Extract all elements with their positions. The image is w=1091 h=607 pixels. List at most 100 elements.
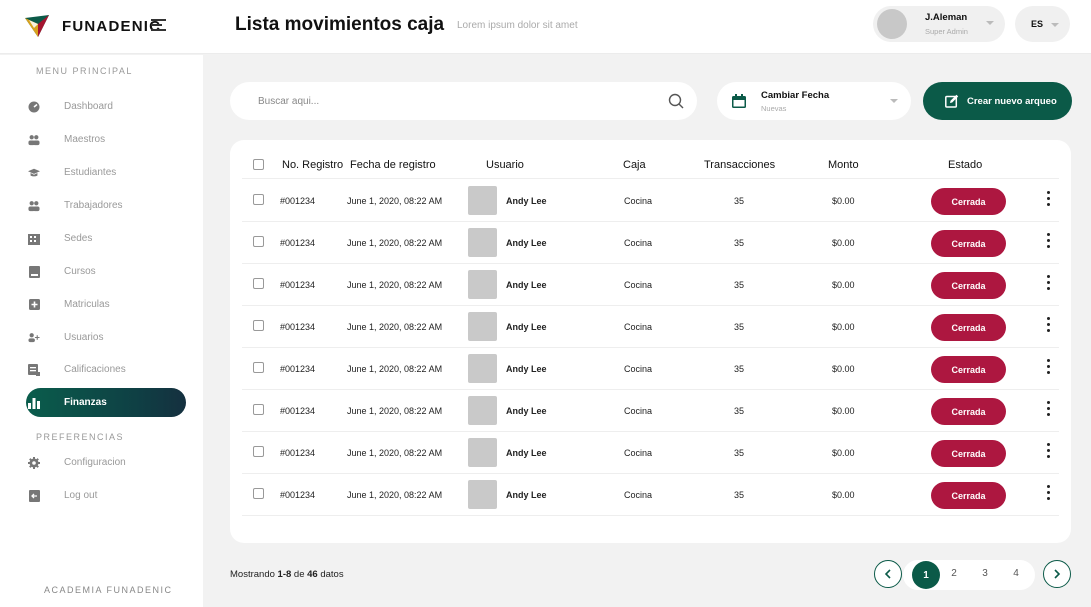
status-badge[interactable]: Cerrada — [931, 314, 1006, 341]
fecha-cell: June 1, 2020, 08:22 AM — [347, 364, 443, 374]
calendar-icon — [732, 94, 746, 108]
registro-cell: #001234 — [280, 448, 316, 458]
sidebar-item-usuarios[interactable]: Usuarios — [26, 323, 186, 352]
sidebar-item-finanzas[interactable]: Finanzas — [26, 388, 186, 417]
sidebar-item-maestros[interactable]: Maestros — [26, 125, 186, 154]
edit-icon — [945, 94, 959, 108]
sidebar-item-sedes[interactable]: Sedes — [26, 224, 186, 253]
column-header-estado[interactable]: Estado — [948, 159, 982, 171]
table-row[interactable]: #001234 June 1, 2020, 08:22 AM Andy Lee Coc… — [230, 222, 1071, 264]
caja-cell: Cocina — [624, 448, 653, 458]
create-arqueo-label: Crear nuevo arqueo — [967, 95, 1057, 107]
user-thumbnail — [468, 438, 497, 467]
caja-cell: Cocina — [624, 364, 653, 374]
page-button-4[interactable]: 4 — [1009, 568, 1023, 579]
more-options-icon[interactable] — [1042, 443, 1054, 461]
more-options-icon[interactable] — [1042, 191, 1054, 209]
sidebar-item-trabajadores[interactable]: Trabajadores — [26, 191, 186, 220]
user-menu[interactable]: J.Aleman Super Admin — [873, 6, 1005, 42]
row-checkbox[interactable] — [253, 194, 264, 205]
column-header-fecha[interactable]: Fecha de registro — [350, 159, 436, 171]
status-badge[interactable]: Cerrada — [931, 440, 1006, 467]
column-header-monto[interactable]: Monto — [828, 159, 859, 171]
row-checkbox[interactable] — [253, 404, 264, 415]
add-user-icon — [28, 332, 40, 344]
table-row[interactable]: #001234 June 1, 2020, 08:22 AM Andy Lee Coc… — [230, 348, 1071, 390]
next-page-button[interactable] — [1043, 560, 1071, 588]
movements-table: No. Registro Fecha de registro Usuario C… — [230, 140, 1071, 543]
summary-prefix: Mostrando — [230, 569, 278, 580]
sidebar-item-configuracion[interactable]: Configuracion — [26, 448, 186, 477]
status-badge[interactable]: Cerrada — [931, 230, 1006, 257]
sidebar-item-estudiantes[interactable]: Estudiantes — [26, 158, 186, 187]
status-badge[interactable]: Cerrada — [931, 482, 1006, 509]
page-button-2[interactable]: 2 — [947, 568, 961, 579]
row-checkbox[interactable] — [253, 488, 264, 499]
previous-page-button[interactable] — [874, 560, 902, 588]
sidebar-item-calificaciones[interactable]: Calificaciones — [26, 355, 186, 384]
status-badge[interactable]: Cerrada — [931, 398, 1006, 425]
caja-cell: Cocina — [624, 406, 653, 416]
row-checkbox[interactable] — [253, 446, 264, 457]
sidebar: MENU PRINCIPAL Dashboard Maestros Estudi… — [0, 55, 203, 607]
table-row[interactable]: #001234 June 1, 2020, 08:22 AM Andy Lee Coc… — [230, 264, 1071, 306]
row-checkbox[interactable] — [253, 236, 264, 247]
row-checkbox[interactable] — [253, 362, 264, 373]
table-row[interactable]: #001234 June 1, 2020, 08:22 AM Andy Lee Coc… — [230, 390, 1071, 432]
status-badge[interactable]: Cerrada — [931, 356, 1006, 383]
row-checkbox[interactable] — [253, 278, 264, 289]
usuario-cell: Andy Lee — [506, 322, 547, 332]
sidebar-footer: ACADEMIA FUNADENIC — [44, 585, 173, 595]
table-row[interactable]: #001234 June 1, 2020, 08:22 AM Andy Lee Coc… — [230, 474, 1071, 516]
fecha-cell: June 1, 2020, 08:22 AM — [347, 196, 443, 206]
search-icon[interactable] — [668, 93, 684, 109]
search-input[interactable] — [258, 92, 658, 110]
date-filter-select[interactable]: Cambiar Fecha Nuevas — [717, 82, 911, 120]
column-header-caja[interactable]: Caja — [623, 159, 646, 171]
bar-chart-icon — [28, 397, 40, 409]
row-checkbox[interactable] — [253, 320, 264, 331]
registro-cell: #001234 — [280, 322, 316, 332]
page-button-1[interactable]: 1 — [912, 561, 940, 589]
table-row[interactable]: #001234 June 1, 2020, 08:22 AM Andy Lee Coc… — [230, 432, 1071, 474]
select-all-checkbox[interactable] — [253, 159, 264, 170]
menu-toggle-icon[interactable] — [151, 19, 166, 32]
table-row[interactable]: #001234 June 1, 2020, 08:22 AM Andy Lee Coc… — [230, 306, 1071, 348]
more-options-icon[interactable] — [1042, 485, 1054, 503]
more-options-icon[interactable] — [1042, 401, 1054, 419]
user-thumbnail — [468, 312, 497, 341]
more-options-icon[interactable] — [1042, 317, 1054, 335]
sidebar-item-cursos[interactable]: Cursos — [26, 257, 186, 286]
usuario-cell: Andy Lee — [506, 364, 547, 374]
column-header-usuario[interactable]: Usuario — [486, 159, 524, 171]
logo-icon — [25, 15, 49, 37]
sidebar-item-matriculas[interactable]: Matriculas — [26, 290, 186, 319]
summary-range: 1-8 — [277, 569, 292, 580]
more-options-icon[interactable] — [1042, 233, 1054, 251]
column-header-transacciones[interactable]: Transacciones — [704, 159, 775, 171]
create-arqueo-button[interactable]: Crear nuevo arqueo — [923, 82, 1072, 120]
more-options-icon[interactable] — [1042, 359, 1054, 377]
sidebar-item-dashboard[interactable]: Dashboard — [26, 92, 186, 121]
sidebar-item-label: Configuracion — [64, 457, 126, 468]
table-row[interactable]: #001234 June 1, 2020, 08:22 AM Andy Lee Coc… — [230, 180, 1071, 222]
people-icon — [28, 134, 40, 146]
monto-cell: $0.00 — [832, 490, 855, 500]
preferences-section-title: PREFERENCIAS — [36, 432, 125, 442]
brand-name: FUNADENIC — [62, 17, 162, 35]
page-button-3[interactable]: 3 — [978, 568, 992, 579]
sidebar-item-logout[interactable]: Log out — [26, 481, 186, 510]
grades-icon — [28, 363, 40, 376]
logo[interactable]: FUNADENIC — [24, 13, 161, 39]
more-options-icon[interactable] — [1042, 275, 1054, 293]
sidebar-item-label: Usuarios — [64, 332, 104, 343]
user-role: Super Admin — [925, 27, 968, 36]
summary-mid: de — [291, 569, 308, 580]
status-badge[interactable]: Cerrada — [931, 272, 1006, 299]
status-badge[interactable]: Cerrada — [931, 188, 1006, 215]
column-header-registro[interactable]: No. Registro — [282, 159, 343, 171]
sidebar-item-label: Estudiantes — [64, 167, 117, 178]
language-selector[interactable]: ES — [1015, 6, 1070, 42]
date-filter-value: Nuevas — [761, 104, 787, 113]
fecha-cell: June 1, 2020, 08:22 AM — [347, 406, 443, 416]
